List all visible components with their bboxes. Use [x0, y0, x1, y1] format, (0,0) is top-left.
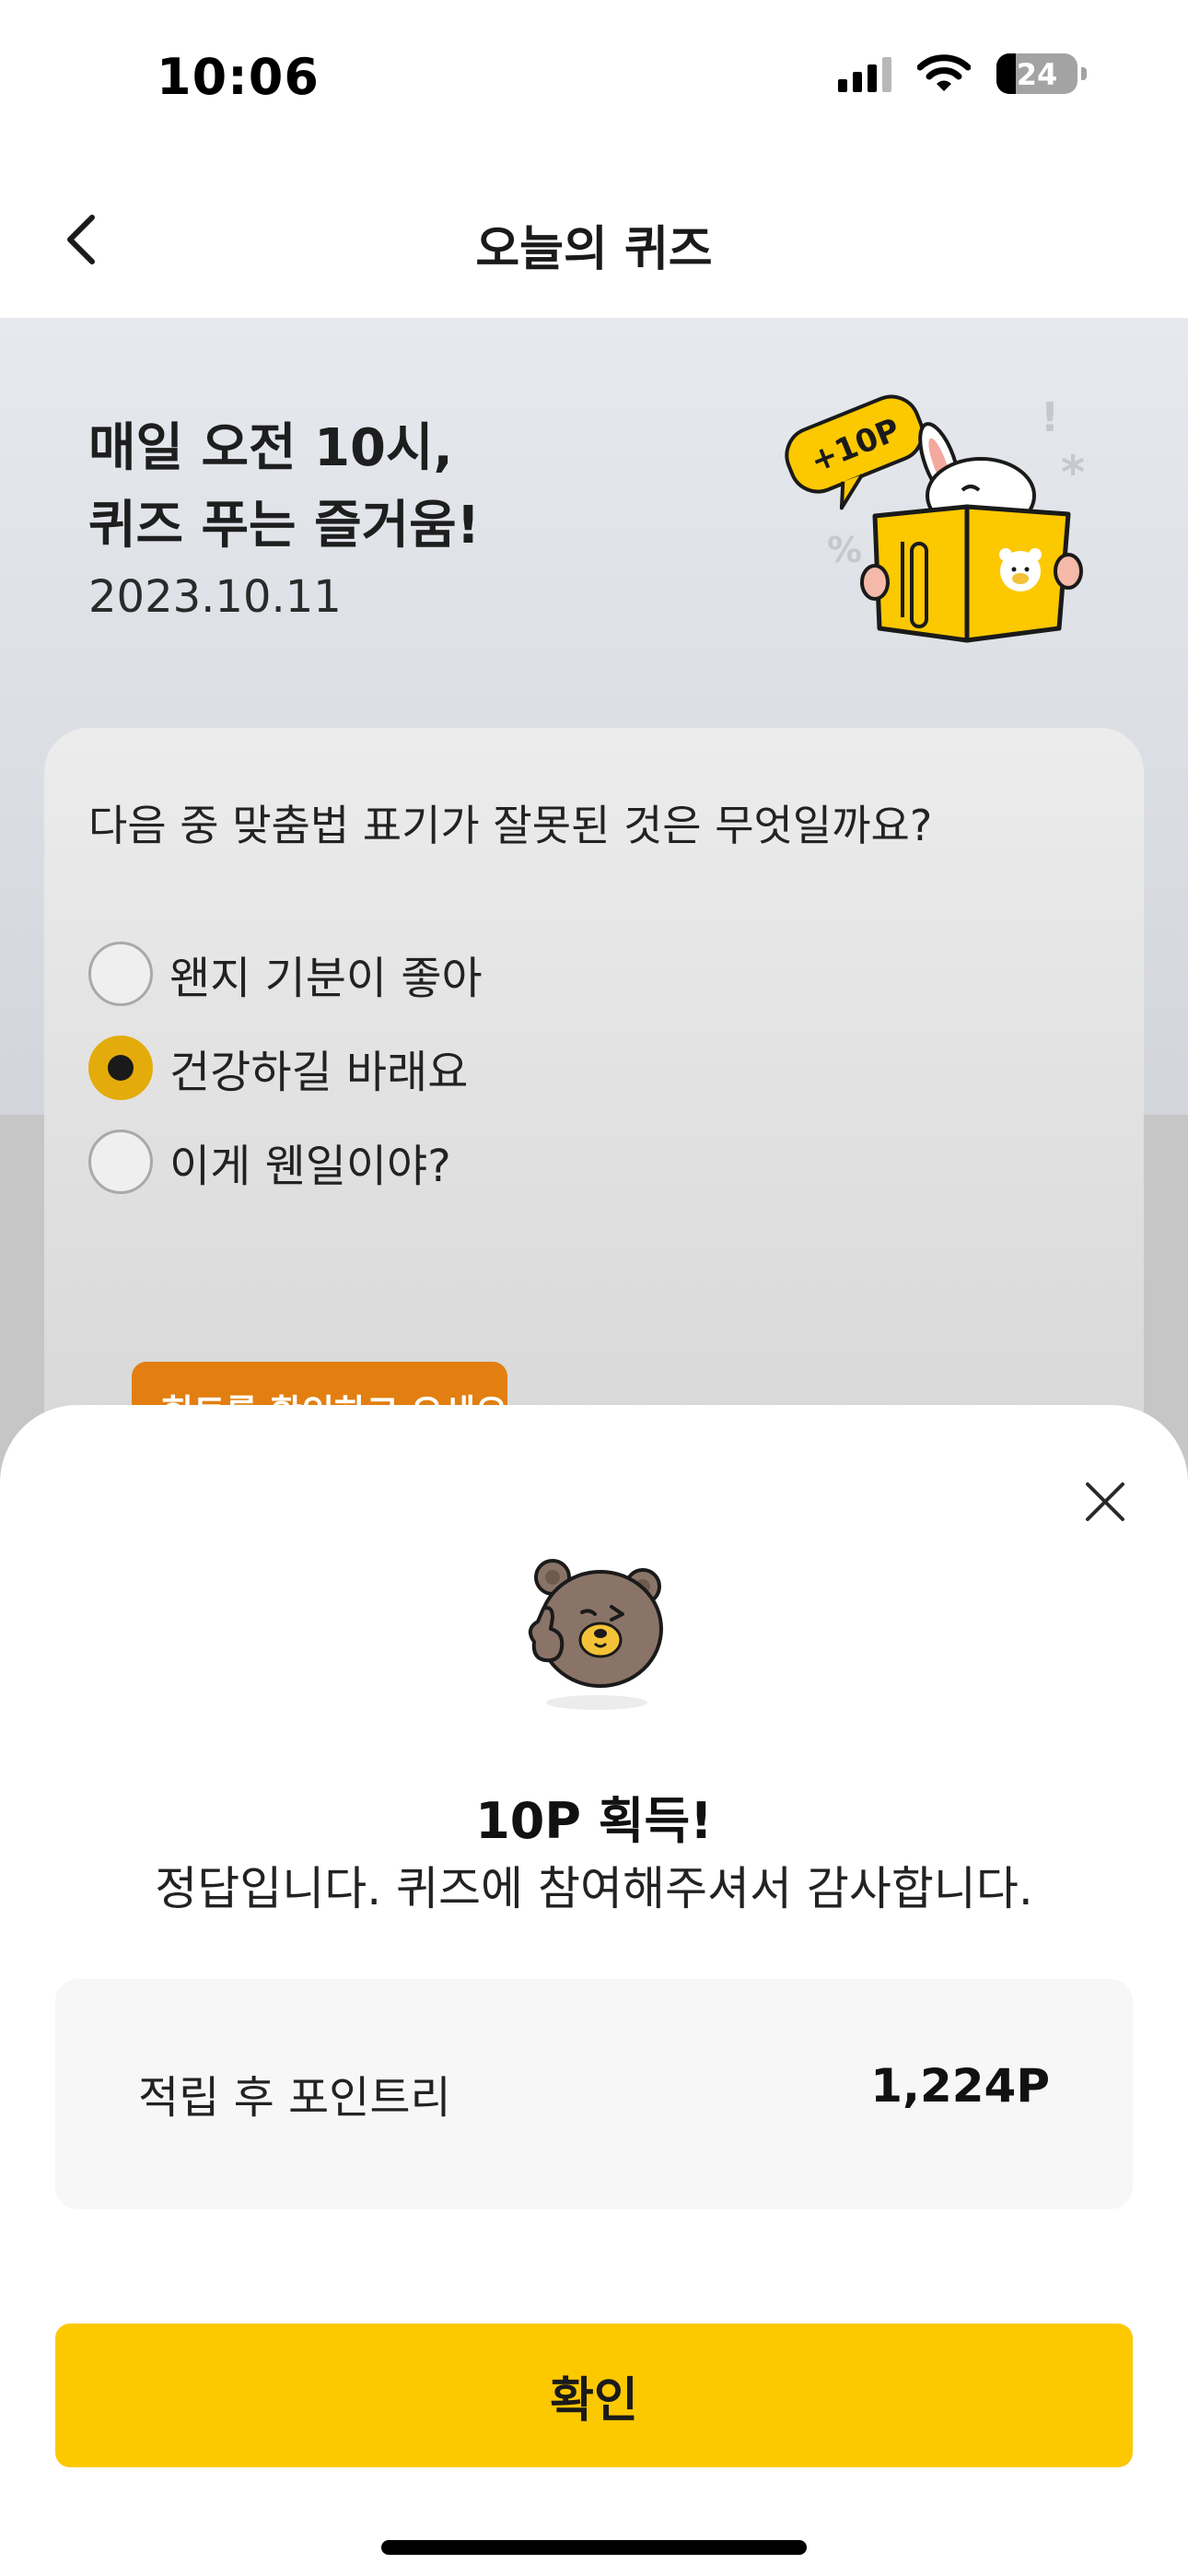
battery-icon: 24 — [996, 53, 1077, 94]
option-label: 건강하길 바래요 — [169, 1047, 469, 1098]
radio-button-selected[interactable] — [88, 1036, 153, 1100]
status-bar: 10:06 24 — [0, 0, 1188, 157]
headline-line-1: 매일 오전 10시, — [88, 418, 453, 478]
signal-icon — [838, 55, 891, 92]
result-title: 10P 획득! — [475, 1792, 713, 1850]
status-icons: 24 — [838, 53, 1087, 94]
quiz-question: 다음 중 맞춤법 표기가 잘못된 것은 무엇일까요? — [88, 801, 933, 850]
radio-button[interactable] — [88, 1130, 153, 1194]
svg-text:%: % — [827, 530, 862, 570]
quiz-option-2[interactable]: 건강하길 바래요 — [88, 1036, 468, 1100]
points-value: 1,224P — [870, 2059, 1050, 2113]
page-title: 오늘의 퀴즈 — [475, 222, 713, 277]
quiz-date: 2023.10.11 — [88, 571, 342, 623]
status-time: 10:06 — [157, 48, 320, 106]
wifi-icon — [917, 54, 971, 91]
quiz-option-1[interactable]: 왠지 기분이 좋아 — [88, 942, 483, 1006]
battery-level: 24 — [1016, 57, 1058, 92]
result-message: 정답입니다. 퀴즈에 참여해주셔서 감사합니다. — [155, 1862, 1033, 1915]
quiz-option-3[interactable]: 이게 웬일이야? — [88, 1130, 451, 1194]
close-button[interactable] — [1073, 1469, 1137, 1534]
bear-thumbs-up-icon — [528, 1559, 663, 1710]
option-label: 왠지 기분이 좋아 — [169, 953, 483, 1004]
home-indicator[interactable] — [381, 2540, 807, 2555]
svg-text:!: ! — [1041, 394, 1059, 441]
headline-line-2: 퀴즈 푸는 즐거움! — [88, 496, 481, 556]
points-label: 적립 후 포인트리 — [138, 2072, 451, 2124]
option-label: 이게 웬일이야? — [169, 1141, 451, 1192]
quiz-headline: 매일 오전 10시, 퀴즈 푸는 즐거움! — [88, 410, 480, 565]
nav-bar: 오늘의 퀴즈 — [0, 157, 1188, 318]
rabbit-reading-book-illustration: +10P ! * % — [785, 394, 1085, 643]
close-icon — [1086, 1482, 1124, 1521]
radio-button[interactable] — [88, 942, 153, 1006]
confirm-button[interactable]: 확인 — [55, 2324, 1133, 2467]
svg-text:*: * — [1061, 446, 1085, 499]
